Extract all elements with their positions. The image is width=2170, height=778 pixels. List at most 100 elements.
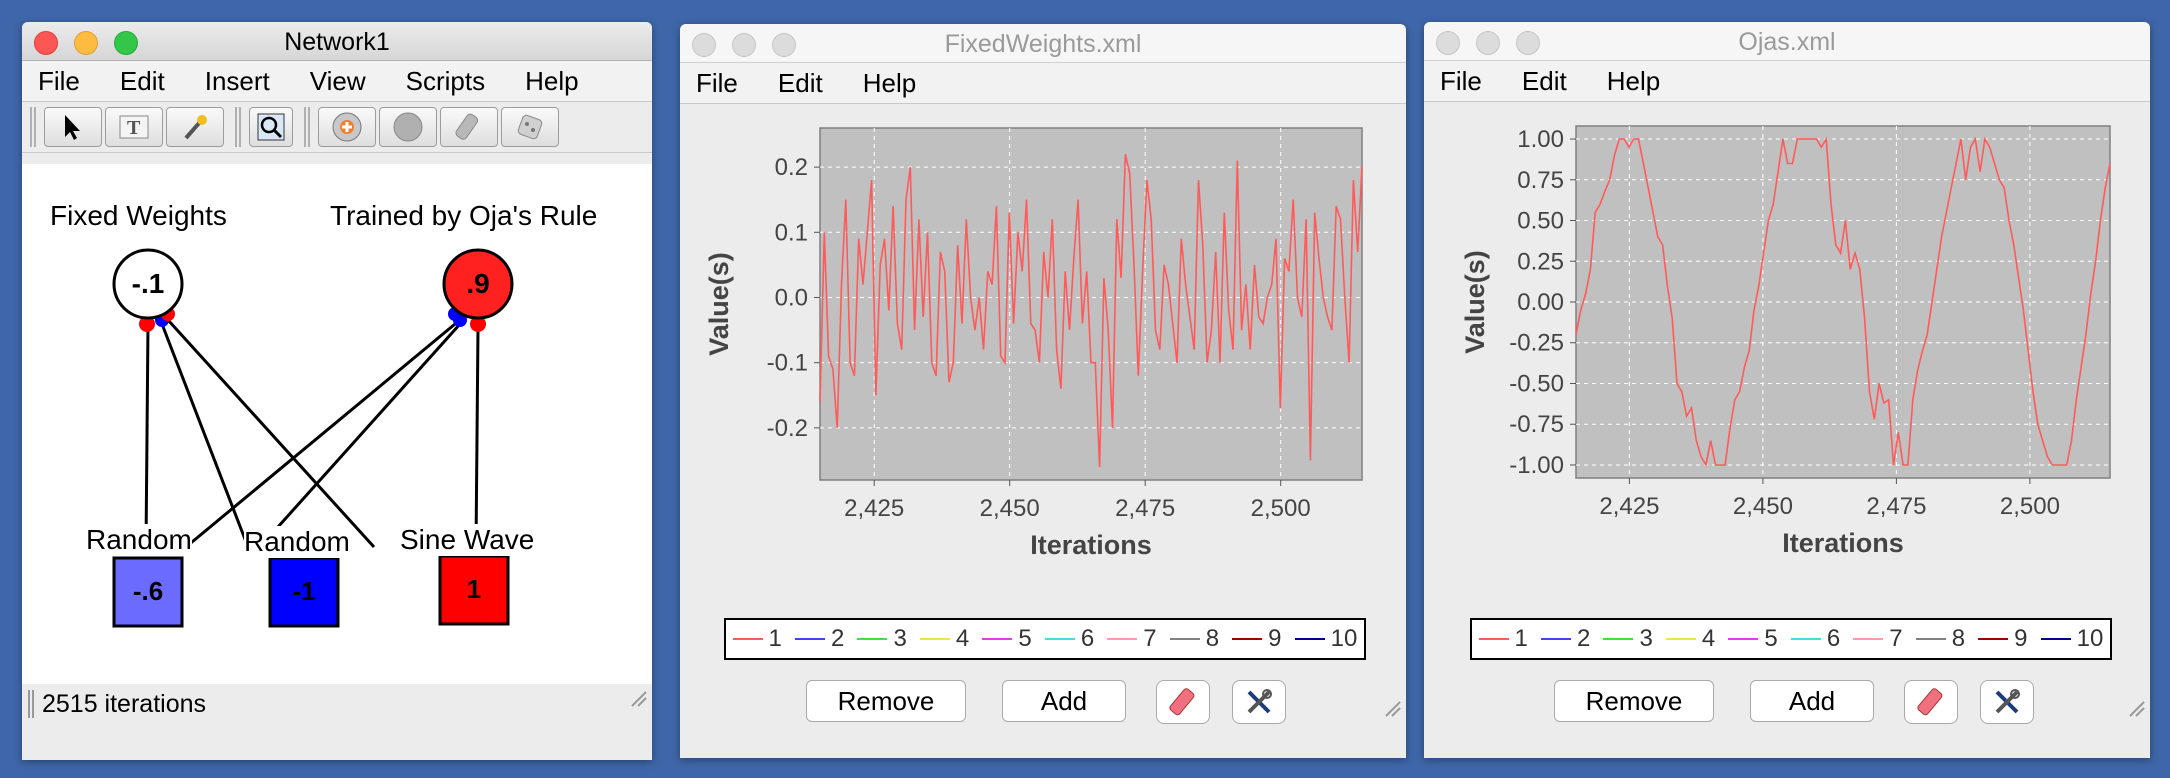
menu-help[interactable]: Help [1607, 66, 1660, 97]
legend-item: 3 [1603, 625, 1653, 653]
label-fixed-weights: Fixed Weights [50, 200, 227, 231]
network-title: Network1 [284, 28, 390, 56]
input-neuron-2-value: -1 [292, 576, 316, 606]
menu-help[interactable]: Help [863, 68, 916, 99]
input-neuron-3-value: 1 [466, 574, 482, 604]
eraser-icon[interactable] [1156, 680, 1210, 724]
legend-item: 7 [1107, 625, 1157, 653]
legend-item: 8 [1915, 625, 1965, 653]
network-titlebar[interactable]: Network1 [22, 22, 652, 61]
x-tick-label: 2,425 [1599, 493, 1659, 520]
oja-titlebar[interactable]: Ojas.xml [1424, 22, 2150, 61]
remove-button[interactable]: Remove [806, 680, 966, 722]
legend-item: 5 [982, 625, 1032, 653]
fixed-weights-chart: -0.2 -0.1 0.0 0.1 0.2 2,425 2,450 2,475 2,500 Ite… [704, 127, 1363, 560]
y-tick-label: 0.1 [775, 219, 808, 246]
eraser-icon[interactable] [440, 107, 498, 147]
fixed-weights-window: FixedWeights.xml File Edit Help -0.2 -0.1… [680, 24, 1406, 758]
menu-view[interactable]: View [310, 66, 366, 97]
remove-button[interactable]: Remove [1554, 680, 1714, 722]
network-canvas[interactable]: Fixed Weights Trained by Oja's Rule -.1 … [22, 164, 652, 684]
clear-icon[interactable] [379, 107, 437, 147]
input-neuron-1-value: -.6 [132, 576, 164, 606]
x-tick-label: 2,500 [2000, 493, 2060, 520]
synapse-line [166, 318, 376, 549]
y-tick-label: -0.25 [1509, 330, 1564, 357]
zoom-window-button[interactable] [1516, 31, 1540, 55]
synapse-line [185, 322, 456, 549]
menu-file[interactable]: File [38, 66, 80, 97]
fixed-weights-legend: 1 2 3 4 5 6 7 8 9 10 [724, 618, 1366, 660]
fixed-weights-plot-panel: -0.2 -0.1 0.0 0.1 0.2 2,425 2,450 2,475 2,500 Ite… [680, 104, 1406, 724]
zoom-window-button[interactable] [772, 33, 796, 57]
minimize-window-button[interactable] [74, 31, 98, 55]
text-tool-icon[interactable]: T [105, 107, 163, 147]
label-random-2: Random [244, 526, 350, 558]
menu-file[interactable]: File [1440, 66, 1482, 97]
menu-insert[interactable]: Insert [205, 66, 270, 97]
label-sine-wave: Sine Wave [400, 524, 535, 556]
fixed-weights-title: FixedWeights.xml [944, 30, 1142, 58]
oja-menubar: File Edit Help [1424, 61, 2150, 102]
network-window: Network1 File Edit Insert View Scripts H… [22, 22, 652, 760]
legend-item: 2 [1541, 625, 1590, 653]
menu-scripts[interactable]: Scripts [406, 66, 485, 97]
legend-item: 9 [1232, 625, 1282, 653]
label-random-1: Random [86, 524, 192, 556]
y-tick-label: -1.00 [1509, 452, 1564, 479]
select-arrow-icon[interactable] [44, 107, 102, 147]
iteration-count: 2515 iterations [42, 689, 207, 718]
legend-item: 6 [1790, 625, 1840, 653]
y-tick-label: 0.00 [1517, 289, 1564, 316]
menu-edit[interactable]: Edit [778, 68, 823, 99]
oja-neuron-value: .9 [466, 268, 490, 299]
wand-icon[interactable] [166, 107, 224, 147]
eraser-icon[interactable] [1904, 680, 1958, 724]
close-window-button[interactable] [34, 31, 58, 55]
y-tick-label: 0.0 [775, 284, 808, 311]
fixed-weights-menubar: File Edit Help [680, 63, 1406, 104]
resize-grip-icon[interactable] [628, 688, 648, 708]
legend-item: 4 [919, 625, 969, 653]
y-axis-label: Value(s) [1460, 250, 1490, 354]
y-tick-label: -0.75 [1509, 411, 1564, 438]
random-dice-icon[interactable] [501, 107, 559, 147]
x-axis-label: Iterations [1030, 530, 1152, 560]
menu-file[interactable]: File [696, 68, 738, 99]
minimize-window-button[interactable] [732, 33, 756, 57]
network-menubar: File Edit Insert View Scripts Help [22, 61, 652, 102]
close-window-button[interactable] [1436, 31, 1460, 55]
minimize-window-button[interactable] [1476, 31, 1500, 55]
status-grip [28, 690, 34, 718]
legend-item: 3 [857, 625, 907, 653]
synapse-line [258, 322, 462, 549]
toolbar-grip[interactable] [30, 107, 36, 147]
svg-text:T: T [127, 117, 141, 139]
add-button[interactable]: Add [1750, 680, 1874, 722]
resize-grip-icon[interactable] [1382, 698, 1402, 718]
legend-item: 10 [2040, 625, 2103, 653]
zoom-window-button[interactable] [114, 31, 138, 55]
zoom-icon[interactable] [249, 107, 293, 147]
oja-window: Ojas.xml File Edit Help -1.00 -0.75 -0.50-… [1424, 22, 2150, 758]
oja-legend: 1 2 3 4 5 6 7 8 9 10 [1470, 618, 2112, 660]
y-tick-label: 0.75 [1517, 167, 1564, 194]
resize-grip-icon[interactable] [2126, 698, 2146, 718]
synapse-line [474, 327, 480, 548]
menu-help[interactable]: Help [525, 66, 578, 97]
fixed-weights-titlebar[interactable]: FixedWeights.xml [680, 24, 1406, 63]
menu-edit[interactable]: Edit [1522, 66, 1567, 97]
legend-item: 4 [1665, 625, 1715, 653]
add-button[interactable]: Add [1002, 680, 1126, 722]
settings-tools-icon[interactable] [1232, 680, 1286, 724]
oja-title: Ojas.xml [1738, 28, 1836, 56]
close-window-button[interactable] [692, 33, 716, 57]
legend-item: 5 [1728, 625, 1778, 653]
y-axis-label: Value(s) [704, 252, 734, 356]
network-statusbar: 2515 iterations [22, 684, 652, 724]
legend-item: 1 [1478, 625, 1528, 653]
add-neuron-icon[interactable] [318, 107, 376, 147]
settings-tools-icon[interactable] [1980, 680, 2034, 724]
label-trained-oja: Trained by Oja's Rule [330, 200, 598, 231]
menu-edit[interactable]: Edit [120, 66, 165, 97]
